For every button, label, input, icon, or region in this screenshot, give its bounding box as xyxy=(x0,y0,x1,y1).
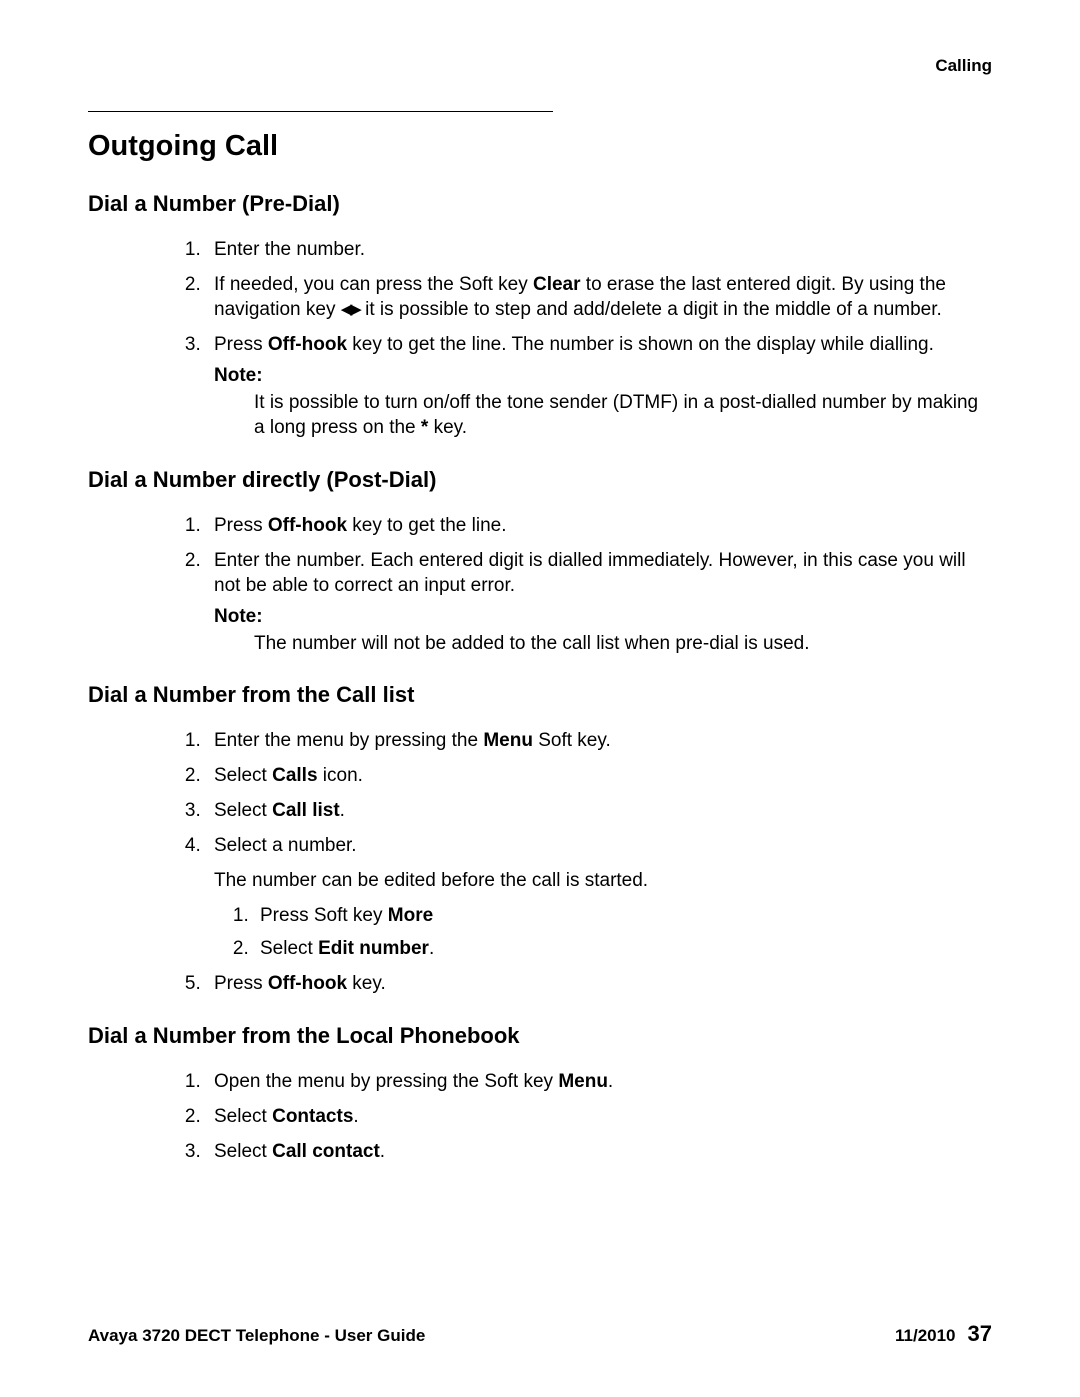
horizontal-rule xyxy=(88,111,553,112)
text: . xyxy=(429,938,434,959)
bold-text: Off-hook xyxy=(268,334,347,355)
heading-postdial: Dial a Number directly (Post-Dial) xyxy=(88,467,992,493)
page-footer: Avaya 3720 DECT Telephone - User Guide 1… xyxy=(88,1321,992,1347)
list-item: Select Calls icon. xyxy=(206,763,992,788)
text: Enter the menu by pressing the xyxy=(214,730,483,751)
bold-text: Calls xyxy=(272,765,317,786)
header-section-label: Calling xyxy=(935,56,992,76)
note-block: Note: It is possible to turn on/off the … xyxy=(214,363,992,440)
page-number: 37 xyxy=(968,1321,992,1346)
text: Select xyxy=(214,1141,272,1162)
list-item: Press Off-hook key. xyxy=(206,971,992,996)
heading-calllist: Dial a Number from the Call list xyxy=(88,682,992,708)
bold-text: Edit number xyxy=(318,938,429,959)
bold-text: Call list xyxy=(272,800,340,821)
text: If needed, you can press the Soft key xyxy=(214,274,533,295)
list-item: Enter the number. Each entered digit is … xyxy=(206,548,992,656)
paragraph: The number can be edited before the call… xyxy=(214,868,992,893)
list-item: Enter the number. xyxy=(206,237,992,262)
text: Select xyxy=(214,1106,272,1127)
text: . xyxy=(340,800,345,821)
note-text: The number will not be added to the call… xyxy=(214,631,992,656)
note-text: It is possible to turn on/off the tone s… xyxy=(214,390,992,440)
list-item: Select a number. The number can be edite… xyxy=(206,833,992,961)
bold-text: Call contact xyxy=(272,1141,380,1162)
nav-left-right-icon: ◀▶ xyxy=(341,300,360,320)
note-label: Note: xyxy=(214,363,992,388)
text: key. xyxy=(428,417,467,438)
bold-text: Clear xyxy=(533,274,581,295)
list-item: Select Call list. xyxy=(206,798,992,823)
page-title: Outgoing Call xyxy=(88,130,992,163)
text: . xyxy=(353,1106,358,1127)
text: Open the menu by pressing the Soft key xyxy=(214,1071,558,1092)
text: Soft key. xyxy=(533,730,611,751)
list-phonebook: Open the menu by pressing the Soft key M… xyxy=(88,1069,992,1164)
text: Press xyxy=(214,334,268,355)
list-item: Press Off-hook key to get the line. The … xyxy=(206,332,992,440)
list-item: Select Edit number. xyxy=(254,936,992,961)
text: . xyxy=(608,1071,613,1092)
list-item: If needed, you can press the Soft key Cl… xyxy=(206,272,992,322)
document-page: Calling Outgoing Call Dial a Number (Pre… xyxy=(0,0,1080,1397)
text: Select xyxy=(214,765,272,786)
text: key to get the line. The number is shown… xyxy=(347,334,934,355)
heading-predial: Dial a Number (Pre-Dial) xyxy=(88,191,992,217)
bold-text: Off-hook xyxy=(268,515,347,536)
text: icon. xyxy=(318,765,363,786)
text: Select xyxy=(214,800,272,821)
text: Select a number. xyxy=(214,835,357,856)
footer-date: 11/2010 xyxy=(895,1326,956,1345)
sub-list: Press Soft key More Select Edit number. xyxy=(214,903,992,961)
bold-text: Contacts xyxy=(272,1106,353,1127)
footer-doc-title: Avaya 3720 DECT Telephone - User Guide xyxy=(88,1326,425,1346)
text: key to get the line. xyxy=(347,515,507,536)
text: It is possible to turn on/off the tone s… xyxy=(254,392,978,438)
text: it is possible to step and add/delete a … xyxy=(360,299,942,320)
list-calllist: Enter the menu by pressing the Menu Soft… xyxy=(88,728,992,997)
list-item: Select Contacts. xyxy=(206,1104,992,1129)
list-item: Press Soft key More xyxy=(254,903,992,928)
text: Enter the number. Each entered digit is … xyxy=(214,550,966,596)
list-item: Select Call contact. xyxy=(206,1139,992,1164)
list-item: Press Off-hook key to get the line. xyxy=(206,513,992,538)
footer-right: 11/2010 37 xyxy=(895,1321,992,1347)
bold-text: Off-hook xyxy=(268,973,347,994)
text: Press xyxy=(214,973,268,994)
list-item: Open the menu by pressing the Soft key M… xyxy=(206,1069,992,1094)
heading-phonebook: Dial a Number from the Local Phonebook xyxy=(88,1023,992,1049)
bold-text: More xyxy=(388,905,433,926)
list-postdial: Press Off-hook key to get the line. Ente… xyxy=(88,513,992,656)
text: key. xyxy=(347,973,386,994)
list-predial: Enter the number. If needed, you can pre… xyxy=(88,237,992,441)
text: . xyxy=(380,1141,385,1162)
text: Press Soft key xyxy=(260,905,388,926)
text: Enter the number. xyxy=(214,239,365,260)
note-block: Note: The number will not be added to th… xyxy=(214,604,992,656)
text: Select xyxy=(260,938,318,959)
text: Press xyxy=(214,515,268,536)
bold-text: Menu xyxy=(558,1071,608,1092)
bold-text: Menu xyxy=(483,730,533,751)
list-item: Enter the menu by pressing the Menu Soft… xyxy=(206,728,992,753)
note-label: Note: xyxy=(214,604,992,629)
